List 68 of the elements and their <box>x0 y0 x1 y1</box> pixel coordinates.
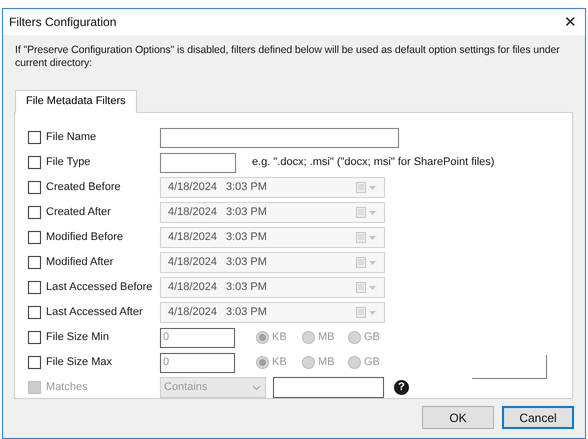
checkbox[interactable] <box>28 281 41 294</box>
text-field[interactable] <box>160 152 236 172</box>
calendar-icon <box>356 257 377 268</box>
date-picker[interactable]: 4/18/2024 3:03 PM <box>160 227 385 248</box>
filter-label: Modified After <box>46 255 114 270</box>
date-picker[interactable]: 4/18/2024 3:03 PM <box>160 177 385 198</box>
time-value: 3:03 PM <box>226 255 267 270</box>
dialog-button[interactable]: Cancel <box>502 406 574 429</box>
unit-label: GB <box>364 355 380 370</box>
hint-text: e.g. ".docx; .msi" ("docx; msi" for SharePoint files) <box>252 155 494 170</box>
filter-label: Created Before <box>46 180 121 196</box>
date-value: 4/18/2024 <box>168 230 217 246</box>
radio-button[interactable] <box>348 356 361 369</box>
chevron-down-icon <box>252 384 261 390</box>
checkbox[interactable] <box>28 331 41 344</box>
checkbox[interactable] <box>28 156 41 169</box>
calendar-icon <box>356 282 377 293</box>
radio-button[interactable] <box>256 356 269 369</box>
time-value: 3:03 PM <box>226 180 267 196</box>
date-value: 4/18/2024 <box>168 255 217 270</box>
date-value: 4/18/2024 <box>168 305 217 320</box>
calendar-icon <box>356 232 377 243</box>
filter-label: File Size Min <box>46 330 109 346</box>
filter-label: Last Accessed Before <box>46 280 152 296</box>
date-value: 4/18/2024 <box>168 205 217 220</box>
radio-button[interactable] <box>302 356 315 369</box>
match-field[interactable] <box>273 377 384 398</box>
checkbox[interactable] <box>28 131 41 144</box>
unit-label: KB <box>272 330 288 346</box>
intro-text: If "Preserve Configuration Options" is disabled, filters defined below will be used as default option settings for files under current directory: <box>15 44 561 70</box>
date-value: 4/18/2024 <box>168 280 217 296</box>
tab[interactable]: File Metadata Filters <box>15 90 137 113</box>
filter-label: File Type <box>46 155 90 170</box>
time-value: 3:03 PM <box>226 205 267 220</box>
filter-label: File Size Max <box>46 355 112 370</box>
checkbox[interactable] <box>28 206 41 219</box>
radio-button[interactable] <box>256 331 269 344</box>
checkbox[interactable] <box>28 356 41 369</box>
filter-label: Last Accessed After <box>46 305 143 320</box>
date-picker[interactable]: 4/18/2024 3:03 PM <box>160 202 385 223</box>
checkbox[interactable] <box>28 256 41 269</box>
date-picker[interactable]: 4/18/2024 3:03 PM <box>160 302 385 323</box>
time-value: 3:03 PM <box>226 230 267 246</box>
filter-label: Created After <box>46 205 111 220</box>
calendar-icon <box>356 207 377 218</box>
filter-label: File Name <box>46 130 96 146</box>
window-title: Filters Configuration <box>9 14 116 31</box>
unit-label: MB <box>318 330 334 346</box>
radio-button[interactable] <box>302 331 315 344</box>
date-picker[interactable]: 4/18/2024 3:03 PM <box>160 277 385 298</box>
calendar-icon <box>356 307 377 318</box>
dialog-button[interactable]: OK <box>422 406 494 429</box>
checkbox[interactable] <box>28 306 41 319</box>
close-button[interactable]: ✕ <box>564 14 577 30</box>
unit-label: MB <box>318 355 334 370</box>
checkbox[interactable] <box>28 231 41 244</box>
time-value: 3:03 PM <box>226 280 267 296</box>
text-field[interactable] <box>160 128 399 148</box>
time-value: 3:03 PM <box>226 305 267 320</box>
calendar-icon <box>356 182 377 193</box>
unit-label: KB <box>272 355 288 370</box>
filter-label: Modified Before <box>46 230 124 246</box>
unit-label: GB <box>364 330 380 346</box>
date-value: 4/18/2024 <box>168 180 217 196</box>
date-picker[interactable]: 4/18/2024 3:03 PM <box>160 252 385 273</box>
filter-label: Matches <box>46 380 88 396</box>
checkbox[interactable] <box>28 181 41 194</box>
radio-button[interactable] <box>348 331 361 344</box>
